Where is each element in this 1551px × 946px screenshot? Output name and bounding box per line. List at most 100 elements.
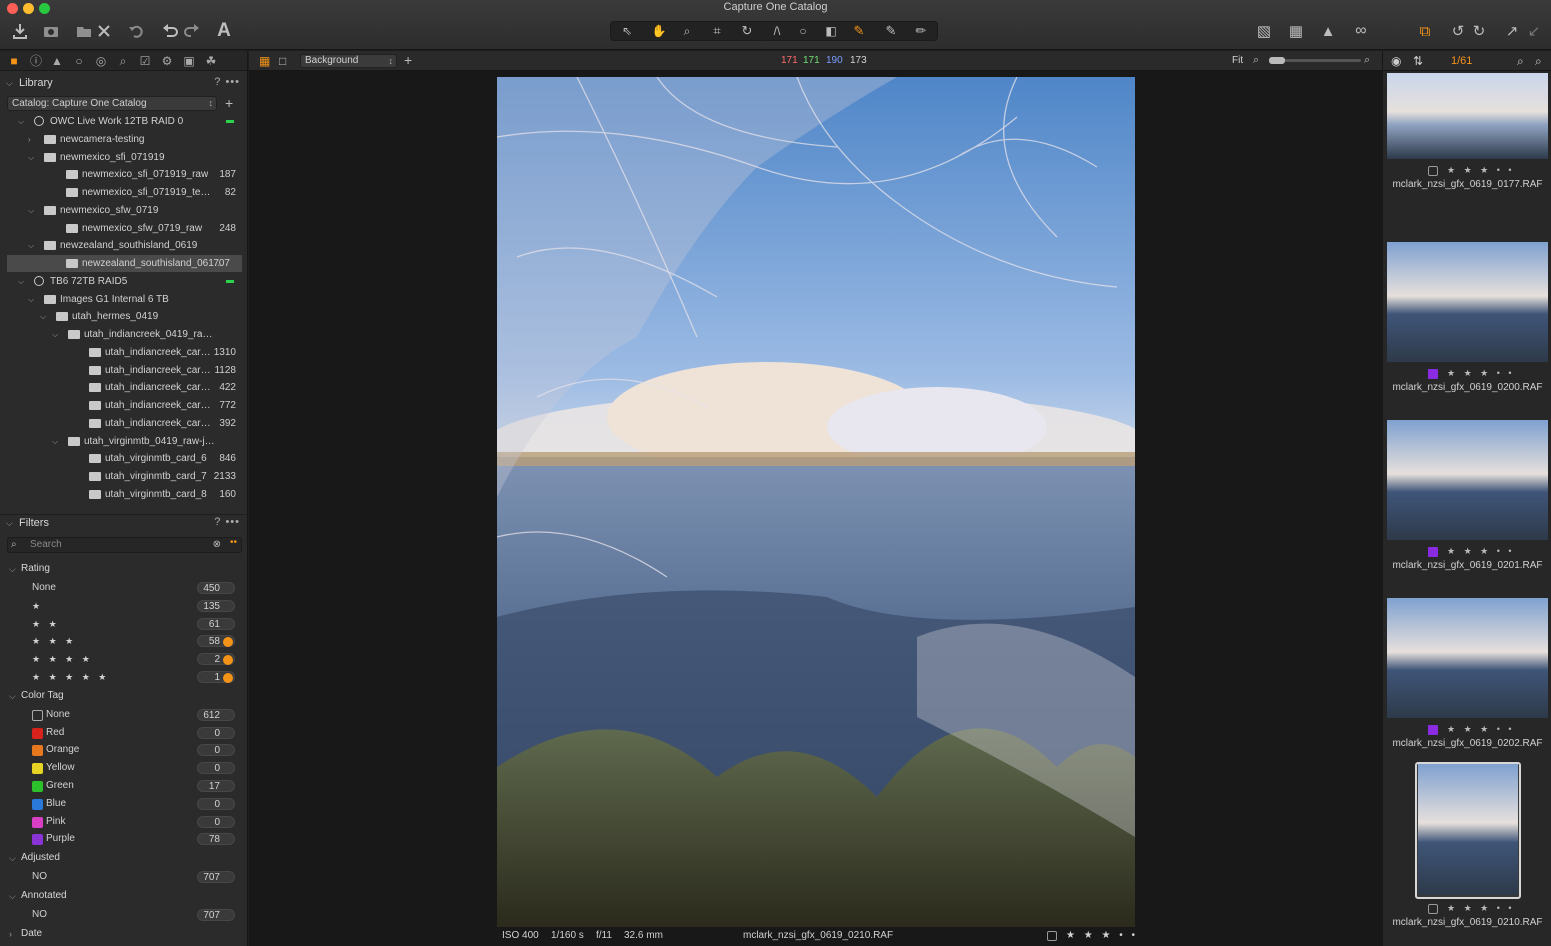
library-tree-item[interactable]: utah_virginmtb_card_7 2133 bbox=[0, 468, 248, 485]
purple-color-tag[interactable] bbox=[1428, 725, 1438, 735]
output-tab-icon[interactable]: ▣ bbox=[182, 54, 196, 68]
library-more[interactable]: ••• bbox=[225, 76, 240, 88]
filter-count-pill[interactable]: 612 bbox=[197, 708, 235, 721]
chevron-down-icon[interactable]: ⌵ bbox=[28, 202, 34, 219]
filters-more[interactable]: ••• bbox=[225, 516, 240, 528]
copy-adjustments-icon[interactable]: ↗ bbox=[1500, 20, 1524, 42]
grid-view-icon[interactable]: ▦ bbox=[259, 54, 270, 68]
chevron-down-icon[interactable]: ⌵ bbox=[18, 113, 24, 130]
zoom-tool-icon[interactable]: ⌕ bbox=[675, 22, 699, 40]
crop-tool-icon[interactable]: ⌗ bbox=[705, 22, 729, 40]
select-checkbox[interactable] bbox=[1428, 166, 1438, 176]
thumbnail-image[interactable] bbox=[1387, 73, 1548, 159]
library-tree-item[interactable]: ⌵ newzealand_southisland_0619 bbox=[0, 237, 248, 254]
filter-row[interactable]: Orange 0 bbox=[0, 741, 248, 759]
layer-select[interactable]: Background ↕ bbox=[300, 54, 397, 68]
redo-icon[interactable] bbox=[180, 20, 204, 42]
thumbnail-size-icon[interactable]: ⌕ bbox=[1535, 54, 1542, 69]
chevron-down-icon[interactable]: ⌵ bbox=[28, 291, 34, 308]
brush-tool-icon[interactable]: ✎ bbox=[847, 22, 871, 40]
filters-help[interactable]: ? bbox=[214, 516, 221, 528]
thumbnail-rating[interactable]: ★ ★ ★ • • bbox=[1447, 546, 1515, 557]
clear-search-icon[interactable]: ⊗ bbox=[213, 538, 221, 552]
thumbnail-rating[interactable]: ★ ★ ★ • • bbox=[1447, 903, 1515, 914]
rotate-right-icon[interactable]: ↻ bbox=[1467, 20, 1491, 42]
filter-count-pill[interactable]: 135 bbox=[197, 599, 235, 612]
batch-tab-icon[interactable]: ☘ bbox=[204, 54, 218, 68]
library-tree-item[interactable]: ⌵ newmexico_sfw_0719 bbox=[0, 202, 248, 219]
library-tree-item[interactable]: utah_indiancreek_card_4-5 772 bbox=[0, 397, 248, 414]
select-cursor-icon[interactable]: ⇖ bbox=[615, 22, 639, 40]
library-help[interactable]: ? bbox=[214, 76, 221, 88]
annotated-header[interactable]: ⌵ Annotated bbox=[0, 888, 248, 906]
filter-row[interactable]: Yellow 0 bbox=[0, 759, 248, 777]
filter-count-pill[interactable]: 78 bbox=[197, 833, 235, 846]
import-icon[interactable] bbox=[8, 20, 32, 42]
warning-icon[interactable]: ▲ bbox=[1316, 20, 1340, 42]
filter-row[interactable]: Red 0 bbox=[0, 724, 248, 742]
search-icon[interactable]: ⌕ bbox=[1517, 54, 1524, 69]
delete-icon[interactable] bbox=[92, 20, 116, 42]
thumbnail-image[interactable] bbox=[1387, 420, 1548, 540]
library-tree-item[interactable]: utah_indiancreek_card_3 422 bbox=[0, 379, 248, 396]
details-tab-icon[interactable]: ⌕ bbox=[116, 54, 130, 68]
filter-count-pill[interactable]: 707 bbox=[197, 871, 235, 884]
filter-count-pill[interactable]: 0 bbox=[197, 726, 235, 739]
viewer-rating[interactable]: ★ ★ ★ • • bbox=[1066, 930, 1138, 941]
thumbnail-rating[interactable]: ★ ★ ★ • • bbox=[1447, 724, 1515, 735]
filter-row[interactable]: ★ ★ ★ 58 bbox=[0, 632, 248, 650]
purple-color-tag[interactable] bbox=[1428, 369, 1438, 379]
text-annotation-icon[interactable]: A bbox=[212, 20, 236, 42]
camera-icon[interactable] bbox=[39, 20, 63, 42]
library-tree-item[interactable]: ⌵ TB6 72TB RAID5 bbox=[0, 273, 248, 290]
chevron-down-icon[interactable]: ⌵ bbox=[52, 326, 58, 343]
library-tree-item[interactable]: ⌵ newmexico_sfi_071919 bbox=[0, 149, 248, 166]
keystone-tool-icon[interactable]: /\ bbox=[765, 22, 789, 40]
eye-icon[interactable]: ◉ bbox=[1391, 54, 1401, 68]
filter-row[interactable]: NO 707 bbox=[0, 868, 248, 886]
picker-tool-icon[interactable]: ✏ bbox=[909, 22, 933, 40]
date-header[interactable]: › Date bbox=[0, 926, 248, 944]
filters-header[interactable]: ⌵ Filters ? ••• bbox=[0, 514, 248, 532]
add-collection-button[interactable]: + bbox=[225, 95, 233, 111]
eraser-tool-icon[interactable]: ✎ bbox=[879, 22, 903, 40]
library-tree-item[interactable]: newmexico_sfw_0719_raw 248 bbox=[0, 220, 248, 237]
grid-icon[interactable]: ▦ bbox=[1284, 20, 1308, 42]
zoom-fit-label[interactable]: Fit bbox=[1232, 55, 1243, 66]
thumbnail-rating[interactable]: ★ ★ ★ • • bbox=[1447, 368, 1515, 379]
spot-removal-icon[interactable]: ○ bbox=[791, 22, 815, 40]
filter-row[interactable]: ★ 135 bbox=[0, 597, 248, 615]
library-tree-item[interactable]: utah_virginmtb_card_6 846 bbox=[0, 450, 248, 467]
adjust-tab-icon[interactable]: ☑ bbox=[138, 54, 152, 68]
filter-count-pill[interactable]: 0 bbox=[197, 815, 235, 828]
thumbnail-image[interactable] bbox=[1418, 764, 1518, 895]
filter-row[interactable]: Pink 0 bbox=[0, 813, 248, 831]
thumbnail-rating[interactable]: ★ ★ ★ • • bbox=[1447, 165, 1515, 176]
reset-adjustments-icon[interactable] bbox=[124, 20, 148, 42]
purple-color-tag[interactable] bbox=[1428, 547, 1438, 557]
library-tree-item[interactable]: ⌵ OWC Live Work 12TB RAID 0 bbox=[0, 113, 248, 130]
filter-row[interactable]: Purple 78 bbox=[0, 830, 248, 848]
library-tree-item[interactable]: ⌵ Images G1 Internal 6 TB bbox=[0, 291, 248, 308]
add-layer-icon[interactable]: + bbox=[404, 52, 412, 68]
library-tree-item[interactable]: ⌵ utah_indiancreek_0419_raw-jpeg bbox=[0, 326, 248, 343]
search-options-icon[interactable]: •• bbox=[230, 536, 237, 550]
library-tree-item[interactable]: utah_indiancreek_card_2 1128 bbox=[0, 362, 248, 379]
library-tree-item[interactable]: ⌵ utah_virginmtb_0419_raw-jpeg bbox=[0, 433, 248, 450]
zoom-out-icon[interactable]: ⌕ bbox=[1253, 54, 1259, 67]
filter-row[interactable]: Blue 0 bbox=[0, 795, 248, 813]
library-tree-item[interactable]: utah_indiancreek_card_6 392 bbox=[0, 415, 248, 432]
exposure-warning-icon[interactable]: ▧ bbox=[1252, 20, 1276, 42]
chevron-down-icon[interactable]: ⌵ bbox=[28, 237, 34, 254]
color-tab-icon[interactable]: ○ bbox=[72, 54, 86, 68]
adjusted-header[interactable]: ⌵ Adjusted bbox=[0, 850, 248, 868]
mask-tool-icon[interactable]: ◧ bbox=[819, 22, 843, 40]
filter-row[interactable]: ★ ★ ★ ★ ★ 1 bbox=[0, 668, 248, 686]
thumbnail-image[interactable] bbox=[1387, 242, 1548, 362]
filter-count-pill[interactable]: 707 bbox=[197, 909, 235, 921]
capture-tab-icon[interactable]: ▲ bbox=[50, 54, 64, 68]
info-tab-icon[interactable]: ⓘ bbox=[29, 54, 43, 68]
lens-tab-icon[interactable]: ◎ bbox=[94, 54, 108, 68]
library-tree-item[interactable]: newmexico_sfi_071919_testshot... 82 bbox=[0, 184, 248, 201]
sort-icon[interactable]: ⇅ bbox=[1413, 54, 1423, 68]
